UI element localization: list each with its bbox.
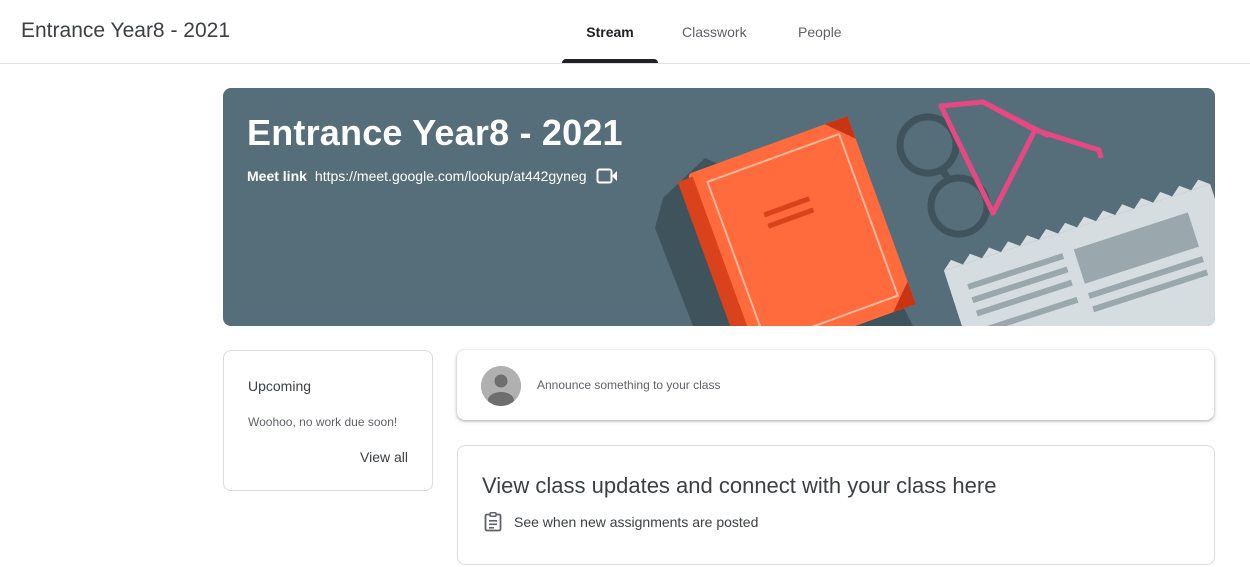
meet-link-row: Meet link https://meet.google.com/lookup… <box>247 168 618 184</box>
tab-classwork-label: Classwork <box>682 23 747 40</box>
announce-box[interactable]: Announce something to your class <box>457 350 1214 420</box>
class-banner: Entrance Year8 - 2021 Meet link https://… <box>223 88 1215 326</box>
meet-link-label: Meet link <box>247 168 307 184</box>
tab-classwork[interactable]: Classwork <box>682 0 752 63</box>
video-camera-icon[interactable] <box>596 168 618 184</box>
tab-people[interactable]: People <box>798 0 848 63</box>
class-updates-card: View class updates and connect with your… <box>457 445 1215 565</box>
tab-stream[interactable]: Stream <box>562 0 658 63</box>
active-tab-indicator <box>562 59 658 63</box>
class-title[interactable]: Entrance Year8 - 2021 <box>21 19 230 43</box>
upcoming-empty-text: Woohoo, no work due soon! <box>248 415 398 429</box>
tab-stream-label: Stream <box>586 23 634 40</box>
upcoming-card: Upcoming Woohoo, no work due soon! View … <box>223 350 433 491</box>
tab-people-label: People <box>798 23 842 40</box>
announce-placeholder: Announce something to your class <box>537 378 721 392</box>
updates-item: See when new assignments are posted <box>484 512 758 532</box>
banner-class-title: Entrance Year8 - 2021 <box>247 112 623 153</box>
updates-item-text: See when new assignments are posted <box>514 514 759 530</box>
meet-link-url[interactable]: https://meet.google.com/lookup/at442gyne… <box>315 168 587 184</box>
upcoming-title: Upcoming <box>248 378 312 394</box>
view-all-link[interactable]: View all <box>360 449 408 465</box>
tab-bar: Stream Classwork People <box>562 0 848 63</box>
assignment-icon <box>484 512 502 532</box>
updates-title: View class updates and connect with your… <box>482 473 997 498</box>
top-app-bar: Entrance Year8 - 2021 Stream Classwork P… <box>0 0 1250 64</box>
default-avatar-icon <box>481 366 521 406</box>
